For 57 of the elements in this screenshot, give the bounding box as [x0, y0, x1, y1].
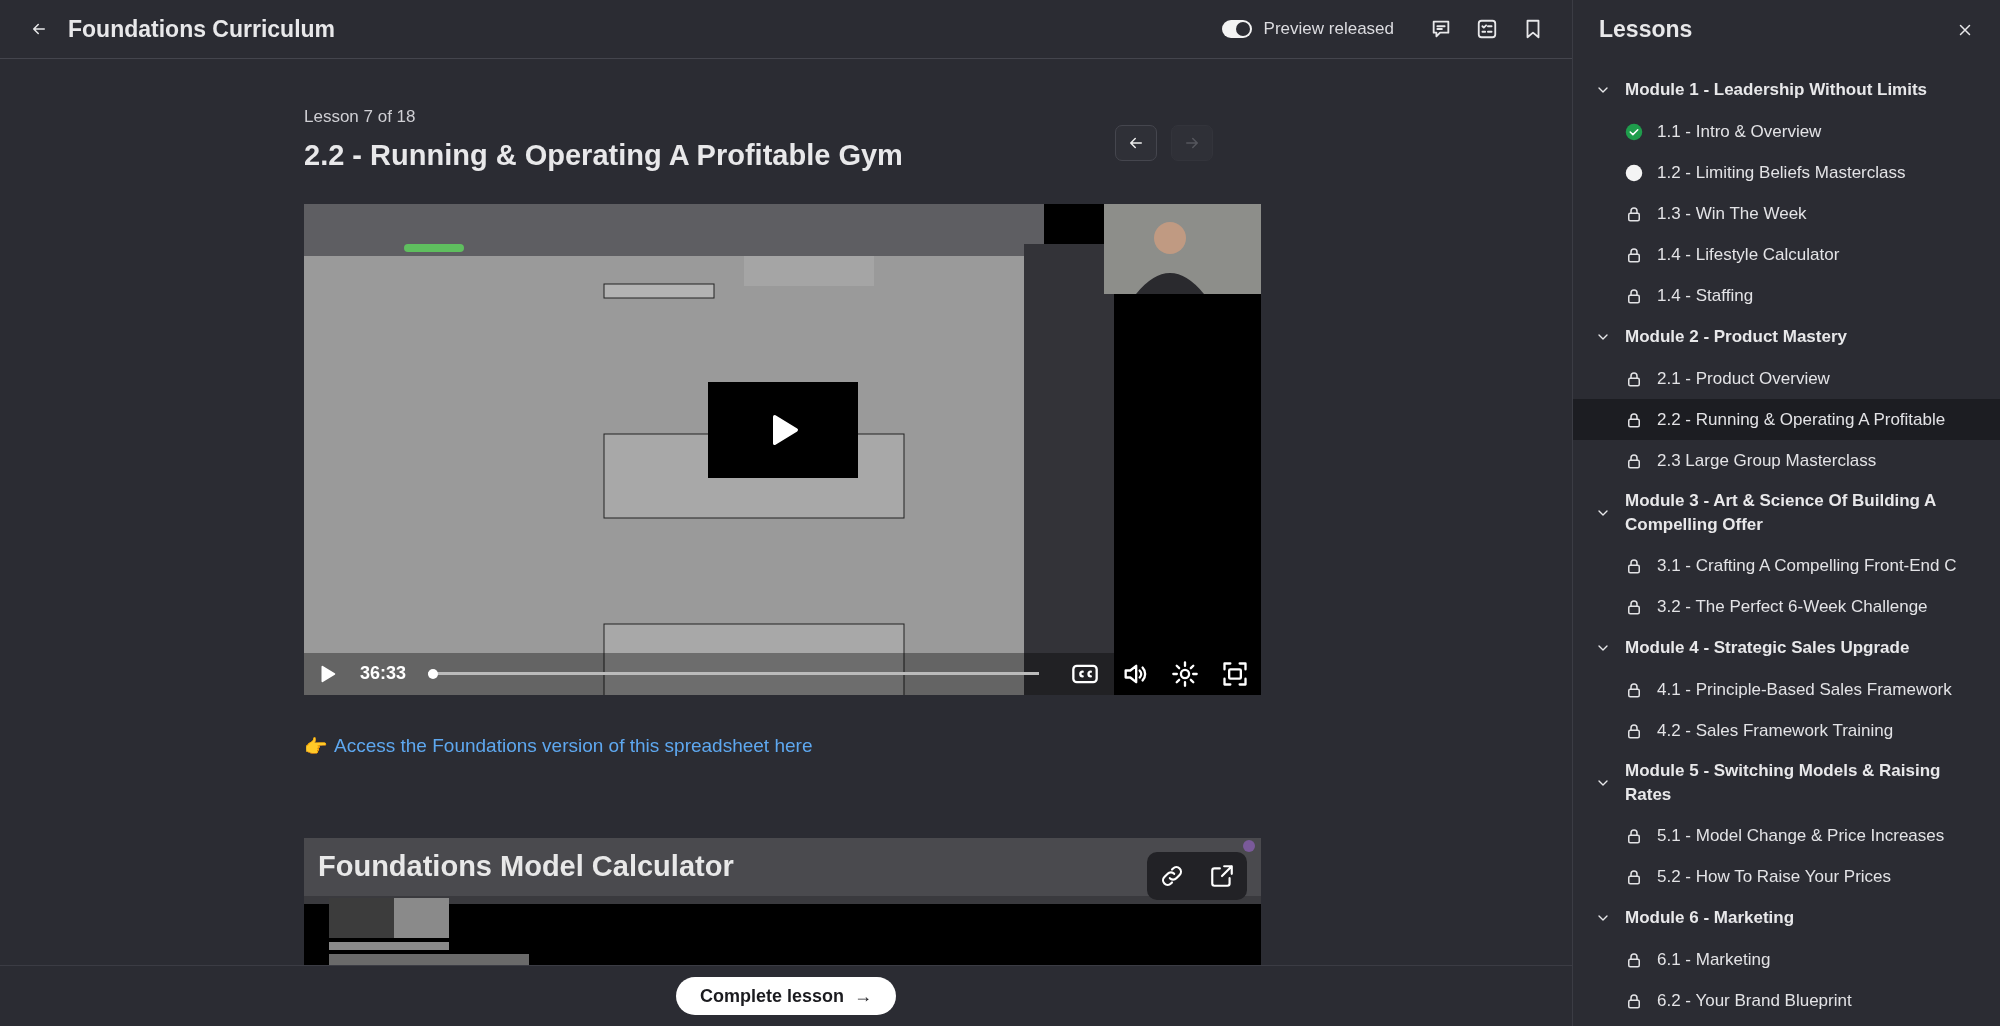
lesson-item[interactable]: 2.3 Large Group Masterclass: [1573, 440, 2000, 481]
lock-icon: [1625, 991, 1643, 1010]
lesson-item[interactable]: 1.4 - Staffing: [1573, 275, 2000, 316]
lesson-item[interactable]: 1.1 - Intro & Overview: [1573, 111, 2000, 152]
checklist-icon[interactable]: [1476, 18, 1498, 40]
lesson-item[interactable]: 2.1 - Product Overview: [1573, 358, 2000, 399]
lock-icon: [1625, 556, 1643, 575]
module-header[interactable]: Module 5 - Switching Models & Raising Rates: [1573, 751, 2000, 815]
lock-icon: [1625, 826, 1643, 845]
fullscreen-icon[interactable]: [1221, 659, 1249, 688]
page-title: Foundations Curriculum: [68, 15, 337, 43]
toggle-label: Preview released: [1263, 19, 1394, 39]
progress-thumb[interactable]: [428, 668, 439, 679]
lesson-item[interactable]: 1.2 - Limiting Beliefs Masterclass: [1573, 152, 2000, 193]
settings-icon[interactable]: [1171, 659, 1199, 688]
lock-icon: [1625, 867, 1643, 886]
play-button[interactable]: [708, 382, 858, 478]
empty-circle-icon: [1625, 163, 1643, 182]
lock-icon: [1625, 680, 1643, 699]
lesson-item[interactable]: 2.2 - Running & Operating A Profitable: [1573, 399, 2000, 440]
spreadsheet-link[interactable]: Access the Foundations version of this spreadsheet here: [334, 735, 813, 758]
lock-icon: [1625, 597, 1643, 616]
complete-lesson-button[interactable]: Complete lesson →: [675, 977, 896, 1015]
external-link-icon[interactable]: [1209, 862, 1235, 889]
lesson-item[interactable]: 4.1 - Principle-Based Sales Framework: [1573, 669, 2000, 710]
lesson-item[interactable]: 5.2 - How To Raise Your Prices: [1573, 856, 2000, 897]
lesson-item[interactable]: 6.2 - Your Brand Blueprint: [1573, 980, 2000, 1021]
lock-icon: [1625, 245, 1643, 264]
lock-icon: [1625, 286, 1643, 305]
lesson-item[interactable]: 6.1 - Marketing: [1573, 939, 2000, 980]
lock-icon: [1625, 721, 1643, 740]
lesson-item[interactable]: 1.4 - Lifestyle Calculator: [1573, 234, 2000, 275]
embed-title: Foundations Model Calculator: [318, 849, 734, 883]
module-header[interactable]: Module 1 - Leadership Without Limits: [1573, 69, 2000, 111]
check-circle-icon: [1625, 122, 1643, 141]
lock-icon: [1625, 410, 1643, 429]
lesson-item[interactable]: 1.3 - Win The Week: [1573, 193, 2000, 234]
previous-button[interactable]: [1115, 125, 1157, 161]
pointing-emoji: 👉: [304, 734, 328, 758]
sidebar-title: Lessons: [1599, 16, 1693, 43]
comment-icon[interactable]: [1430, 18, 1452, 40]
lock-icon: [1625, 950, 1643, 969]
lesson-item[interactable]: 4.2 - Sales Framework Training: [1573, 710, 2000, 751]
preview-toggle[interactable]: [1221, 20, 1252, 38]
lock-icon: [1625, 204, 1643, 223]
lesson-item[interactable]: 3.1 - Crafting A Compelling Front-End C: [1573, 545, 2000, 586]
lock-icon: [1625, 451, 1643, 470]
lesson-counter: Lesson 7 of 18: [304, 107, 417, 127]
lesson-item[interactable]: 5.1 - Model Change & Price Increases: [1573, 815, 2000, 856]
module-header[interactable]: Module 3 - Art & Science Of Building A Compelling Offer: [1573, 481, 2000, 545]
video-time: 36:33: [360, 663, 407, 685]
module-header[interactable]: Module 4 - Strategic Sales Upgrade: [1573, 627, 2000, 669]
lock-icon: [1625, 369, 1643, 388]
lesson-item[interactable]: 3.2 - The Perfect 6-Week Challenge: [1573, 586, 2000, 627]
lesson-title: 2.2 - Running & Operating A Profitable Gym: [304, 139, 903, 172]
module-header[interactable]: Module 6 - Marketing: [1573, 897, 2000, 939]
module-header[interactable]: Module 2 - Product Mastery: [1573, 316, 2000, 358]
